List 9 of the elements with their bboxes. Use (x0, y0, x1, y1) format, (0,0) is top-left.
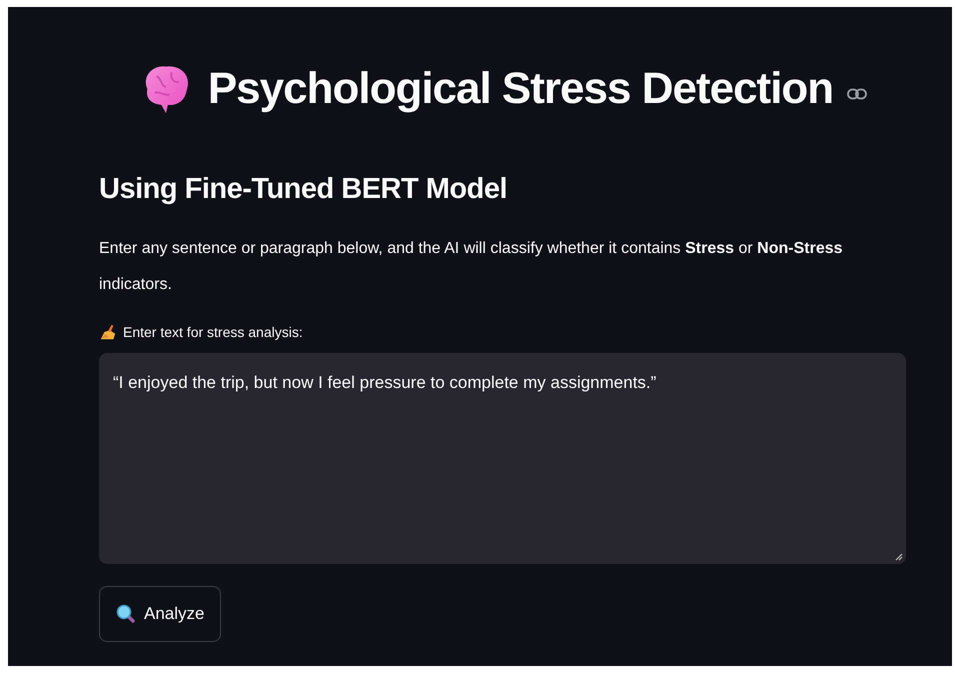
text-area[interactable]: “I enjoyed the trip, but now I feel pressure to complete my assignments.” (99, 353, 906, 564)
subtitle: Using Fine-Tuned BERT Model (99, 172, 508, 207)
magnifier-icon (116, 604, 136, 624)
analyze-button[interactable]: Analyze (99, 586, 222, 642)
page-title: Psychological Stress Detection (208, 64, 834, 114)
resize-handle-icon[interactable] (895, 553, 903, 561)
field-label: Enter text for stress analysis: (123, 324, 303, 340)
description: Enter any sentence or paragraph below, and the AI will classify whether it contains Stress or Non-Stress indicators. (99, 239, 844, 295)
link-icon (847, 88, 868, 100)
